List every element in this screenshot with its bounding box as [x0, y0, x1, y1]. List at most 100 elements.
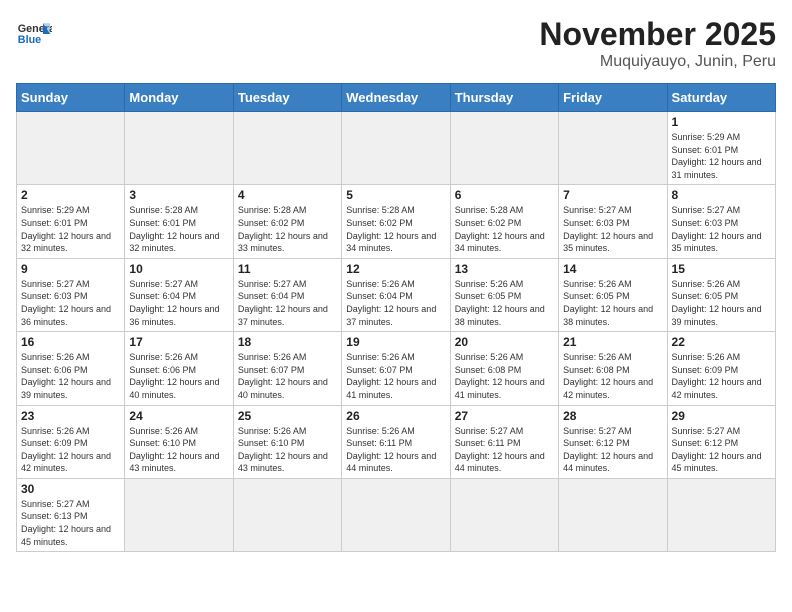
day-number: 15 — [672, 262, 771, 276]
day-info: Sunrise: 5:26 AMSunset: 6:09 PMDaylight:… — [21, 425, 120, 475]
table-row: 2 Sunrise: 5:29 AMSunset: 6:01 PMDaylight… — [17, 185, 125, 258]
day-info: Sunrise: 5:26 AMSunset: 6:10 PMDaylight:… — [238, 425, 337, 475]
day-info: Sunrise: 5:27 AMSunset: 6:04 PMDaylight:… — [129, 278, 228, 328]
day-info: Sunrise: 5:27 AMSunset: 6:04 PMDaylight:… — [238, 278, 337, 328]
table-row: 22Sunrise: 5:26 AMSunset: 6:09 PMDayligh… — [667, 332, 775, 405]
table-row: 29 Sunrise: 5:27 AMSunset: 6:12 PMDayligh… — [667, 405, 775, 478]
day-info: Sunrise: 5:27 AMSunset: 6:03 PMDaylight:… — [21, 278, 120, 328]
table-row: 6 Sunrise: 5:28 AMSunset: 6:02 PMDaylight… — [450, 185, 558, 258]
calendar-row: 2 Sunrise: 5:29 AMSunset: 6:01 PMDaylight… — [17, 185, 776, 258]
table-row — [17, 112, 125, 185]
day-info: Sunrise: 5:28 AMSunset: 6:01 PMDaylight:… — [129, 204, 228, 254]
table-row: 30 Sunrise: 5:27 AMSunset: 6:13 PMDayligh… — [17, 478, 125, 551]
day-info: Sunrise: 5:27 AMSunset: 6:13 PMDaylight:… — [21, 498, 120, 548]
day-number: 2 — [21, 188, 120, 202]
header-monday: Monday — [125, 84, 233, 112]
day-number: 12 — [346, 262, 445, 276]
calendar-row: 1 Sunrise: 5:29 AMSunset: 6:01 PMDaylight… — [17, 112, 776, 185]
table-row: 12Sunrise: 5:26 AMSunset: 6:04 PMDayligh… — [342, 258, 450, 331]
calendar-table: Sunday Monday Tuesday Wednesday Thursday… — [16, 83, 776, 552]
day-number: 30 — [21, 482, 120, 496]
table-row: 13Sunrise: 5:26 AMSunset: 6:05 PMDayligh… — [450, 258, 558, 331]
day-info: Sunrise: 5:26 AMSunset: 6:05 PMDaylight:… — [455, 278, 554, 328]
day-info: Sunrise: 5:26 AMSunset: 6:06 PMDaylight:… — [21, 351, 120, 401]
day-info: Sunrise: 5:26 AMSunset: 6:11 PMDaylight:… — [346, 425, 445, 475]
day-info: Sunrise: 5:28 AMSunset: 6:02 PMDaylight:… — [455, 204, 554, 254]
day-number: 25 — [238, 409, 337, 423]
day-number: 29 — [672, 409, 771, 423]
table-row — [342, 478, 450, 551]
calendar-title: November 2025 — [539, 16, 776, 53]
day-info: Sunrise: 5:27 AMSunset: 6:11 PMDaylight:… — [455, 425, 554, 475]
table-row: 21 Sunrise: 5:26 AMSunset: 6:08 PMDayligh… — [559, 332, 667, 405]
table-row — [450, 478, 558, 551]
table-row: 23 Sunrise: 5:26 AMSunset: 6:09 PMDayligh… — [17, 405, 125, 478]
logo: General Blue — [16, 16, 52, 52]
table-row — [450, 112, 558, 185]
day-info: Sunrise: 5:26 AMSunset: 6:10 PMDaylight:… — [129, 425, 228, 475]
day-number: 21 — [563, 335, 662, 349]
day-info: Sunrise: 5:27 AMSunset: 6:03 PMDaylight:… — [563, 204, 662, 254]
day-info: Sunrise: 5:29 AMSunset: 6:01 PMDaylight:… — [672, 131, 771, 181]
day-number: 19 — [346, 335, 445, 349]
table-row: 5 Sunrise: 5:28 AMSunset: 6:02 PMDaylight… — [342, 185, 450, 258]
table-row: 24 Sunrise: 5:26 AMSunset: 6:10 PMDayligh… — [125, 405, 233, 478]
table-row: 15Sunrise: 5:26 AMSunset: 6:05 PMDayligh… — [667, 258, 775, 331]
day-number: 24 — [129, 409, 228, 423]
day-number: 7 — [563, 188, 662, 202]
day-info: Sunrise: 5:26 AMSunset: 6:06 PMDaylight:… — [129, 351, 228, 401]
day-number: 1 — [672, 115, 771, 129]
day-number: 5 — [346, 188, 445, 202]
day-number: 9 — [21, 262, 120, 276]
day-number: 8 — [672, 188, 771, 202]
table-row — [667, 478, 775, 551]
day-number: 20 — [455, 335, 554, 349]
table-row: 14 Sunrise: 5:26 AMSunset: 6:05 PMDayligh… — [559, 258, 667, 331]
day-number: 14 — [563, 262, 662, 276]
day-info: Sunrise: 5:26 AMSunset: 6:05 PMDaylight:… — [563, 278, 662, 328]
day-info: Sunrise: 5:27 AMSunset: 6:12 PMDaylight:… — [672, 425, 771, 475]
header-thursday: Thursday — [450, 84, 558, 112]
header-saturday: Saturday — [667, 84, 775, 112]
day-number: 23 — [21, 409, 120, 423]
table-row: 18 Sunrise: 5:26 AMSunset: 6:07 PMDayligh… — [233, 332, 341, 405]
table-row: 26Sunrise: 5:26 AMSunset: 6:11 PMDayligh… — [342, 405, 450, 478]
table-row: 28Sunrise: 5:27 AMSunset: 6:12 PMDayligh… — [559, 405, 667, 478]
day-info: Sunrise: 5:28 AMSunset: 6:02 PMDaylight:… — [346, 204, 445, 254]
table-row — [125, 112, 233, 185]
day-number: 27 — [455, 409, 554, 423]
table-row: 25 Sunrise: 5:26 AMSunset: 6:10 PMDayligh… — [233, 405, 341, 478]
table-row: 4Sunrise: 5:28 AMSunset: 6:02 PMDaylight… — [233, 185, 341, 258]
title-block: November 2025 Muquiyauyo, Junin, Peru — [539, 16, 776, 71]
day-number: 17 — [129, 335, 228, 349]
day-info: Sunrise: 5:27 AMSunset: 6:12 PMDaylight:… — [563, 425, 662, 475]
table-row: 17 Sunrise: 5:26 AMSunset: 6:06 PMDayligh… — [125, 332, 233, 405]
svg-text:Blue: Blue — [18, 34, 41, 46]
table-row: 9 Sunrise: 5:27 AMSunset: 6:03 PMDaylight… — [17, 258, 125, 331]
weekday-header-row: Sunday Monday Tuesday Wednesday Thursday… — [17, 84, 776, 112]
day-info: Sunrise: 5:29 AMSunset: 6:01 PMDaylight:… — [21, 204, 120, 254]
table-row — [559, 478, 667, 551]
header-tuesday: Tuesday — [233, 84, 341, 112]
header-sunday: Sunday — [17, 84, 125, 112]
day-number: 6 — [455, 188, 554, 202]
page-header: General Blue November 2025 Muquiyauyo, J… — [16, 16, 776, 71]
table-row — [233, 478, 341, 551]
table-row: 27 Sunrise: 5:27 AMSunset: 6:11 PMDayligh… — [450, 405, 558, 478]
table-row — [342, 112, 450, 185]
day-info: Sunrise: 5:26 AMSunset: 6:08 PMDaylight:… — [455, 351, 554, 401]
table-row: 19 Sunrise: 5:26 AMSunset: 6:07 PMDayligh… — [342, 332, 450, 405]
day-number: 10 — [129, 262, 228, 276]
header-friday: Friday — [559, 84, 667, 112]
calendar-row: 16 Sunrise: 5:26 AMSunset: 6:06 PMDayligh… — [17, 332, 776, 405]
calendar-subtitle: Muquiyauyo, Junin, Peru — [539, 53, 776, 71]
table-row — [233, 112, 341, 185]
table-row: 16 Sunrise: 5:26 AMSunset: 6:06 PMDayligh… — [17, 332, 125, 405]
header-wednesday: Wednesday — [342, 84, 450, 112]
day-number: 16 — [21, 335, 120, 349]
day-info: Sunrise: 5:26 AMSunset: 6:07 PMDaylight:… — [346, 351, 445, 401]
table-row: 11Sunrise: 5:27 AMSunset: 6:04 PMDayligh… — [233, 258, 341, 331]
day-number: 18 — [238, 335, 337, 349]
day-info: Sunrise: 5:26 AMSunset: 6:08 PMDaylight:… — [563, 351, 662, 401]
day-info: Sunrise: 5:26 AMSunset: 6:07 PMDaylight:… — [238, 351, 337, 401]
